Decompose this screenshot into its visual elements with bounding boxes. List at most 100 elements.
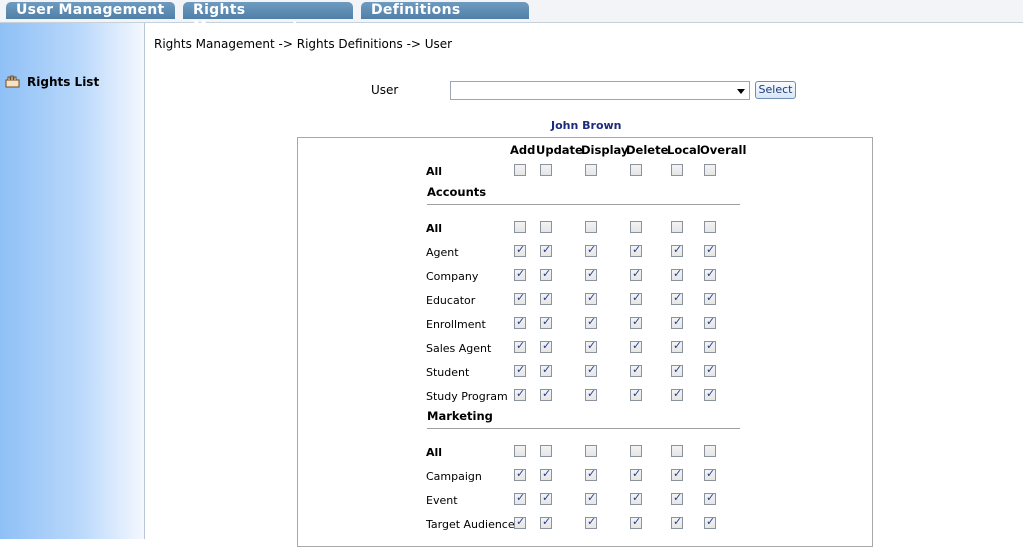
row-label-accounts-enrollment: Enrollment (426, 318, 486, 331)
tab-rights-management[interactable]: Rights Management (183, 2, 353, 35)
marketing-all-local-checkbox[interactable] (671, 445, 683, 457)
accounts-all-local-checkbox[interactable] (671, 221, 683, 233)
marketing-target-audience-delete-checkbox[interactable] (630, 515, 642, 529)
marketing-target-audience-overall-checkbox[interactable] (704, 515, 716, 529)
marketing-campaign-local-checkbox[interactable] (671, 467, 683, 481)
marketing-target-audience-add-checkbox[interactable] (514, 515, 526, 529)
marketing-all-delete-checkbox[interactable] (630, 445, 642, 457)
accounts-company-local-checkbox[interactable] (671, 267, 683, 281)
marketing-target-audience-display-checkbox[interactable] (585, 515, 597, 529)
accounts-agent-add-checkbox[interactable] (514, 243, 526, 257)
accounts-student-delete-checkbox[interactable] (630, 363, 642, 377)
accounts-all-add-checkbox[interactable] (514, 221, 526, 233)
select-button[interactable]: Select (755, 81, 796, 99)
section-title-accounts: Accounts (427, 185, 487, 199)
accounts-study-program-update-checkbox[interactable] (540, 387, 552, 401)
accounts-sales-agent-add-checkbox[interactable] (514, 339, 526, 353)
accounts-agent-update-checkbox[interactable] (540, 243, 552, 257)
accounts-educator-add-checkbox[interactable] (514, 291, 526, 305)
tab-user-management[interactable]: User Management (6, 2, 175, 19)
accounts-company-add-checkbox[interactable] (514, 267, 526, 281)
accounts-student-display-checkbox[interactable] (585, 363, 597, 377)
global-all-overall-checkbox[interactable] (704, 164, 716, 176)
marketing-event-update-checkbox[interactable] (540, 491, 552, 505)
accounts-educator-overall-checkbox[interactable] (704, 291, 716, 305)
marketing-all-overall-checkbox[interactable] (704, 445, 716, 457)
row-label-accounts-student: Student (426, 366, 470, 379)
global-all-add-checkbox[interactable] (514, 164, 526, 176)
global-all-update-checkbox[interactable] (540, 164, 552, 176)
accounts-enrollment-overall-checkbox[interactable] (704, 315, 716, 329)
accounts-sales-agent-overall-checkbox[interactable] (704, 339, 716, 353)
marketing-target-audience-local-checkbox[interactable] (671, 515, 683, 529)
accounts-all-update-checkbox[interactable] (540, 221, 552, 233)
marketing-event-overall-checkbox[interactable] (704, 491, 716, 505)
marketing-campaign-display-checkbox[interactable] (585, 467, 597, 481)
sidebar-item-label: Rights List (27, 75, 100, 89)
row-label-marketing-all: All (426, 446, 443, 459)
accounts-sales-agent-delete-checkbox[interactable] (630, 339, 642, 353)
accounts-enrollment-add-checkbox[interactable] (514, 315, 526, 329)
column-header-delete: Delete (626, 143, 669, 157)
user-select[interactable] (450, 81, 750, 100)
section-title-marketing: Marketing (427, 409, 493, 423)
marketing-campaign-update-checkbox[interactable] (540, 467, 552, 481)
sidebar-item-rights-list[interactable]: Rights List (5, 73, 99, 91)
accounts-sales-agent-local-checkbox[interactable] (671, 339, 683, 353)
accounts-educator-display-checkbox[interactable] (585, 291, 597, 305)
top-nav-bar: User Management Rights Management Defini… (0, 0, 1023, 35)
marketing-all-update-checkbox[interactable] (540, 445, 552, 457)
accounts-study-program-local-checkbox[interactable] (671, 387, 683, 401)
accounts-student-local-checkbox[interactable] (671, 363, 683, 377)
accounts-enrollment-local-checkbox[interactable] (671, 315, 683, 329)
marketing-event-delete-checkbox[interactable] (630, 491, 642, 505)
accounts-enrollment-display-checkbox[interactable] (585, 315, 597, 329)
accounts-study-program-add-checkbox[interactable] (514, 387, 526, 401)
accounts-sales-agent-update-checkbox[interactable] (540, 339, 552, 353)
row-label-accounts-company: Company (426, 270, 479, 283)
accounts-company-display-checkbox[interactable] (585, 267, 597, 281)
accounts-student-update-checkbox[interactable] (540, 363, 552, 377)
accounts-all-overall-checkbox[interactable] (704, 221, 716, 233)
global-all-label: All (426, 165, 443, 178)
global-all-delete-checkbox[interactable] (630, 164, 642, 176)
accounts-agent-overall-checkbox[interactable] (704, 243, 716, 257)
section-divider (427, 204, 740, 205)
global-all-display-checkbox[interactable] (585, 164, 597, 176)
accounts-sales-agent-display-checkbox[interactable] (585, 339, 597, 353)
accounts-company-overall-checkbox[interactable] (704, 267, 716, 281)
marketing-campaign-overall-checkbox[interactable] (704, 467, 716, 481)
marketing-campaign-add-checkbox[interactable] (514, 467, 526, 481)
accounts-enrollment-update-checkbox[interactable] (540, 315, 552, 329)
accounts-study-program-overall-checkbox[interactable] (704, 387, 716, 401)
accounts-all-delete-checkbox[interactable] (630, 221, 642, 233)
accounts-all-display-checkbox[interactable] (585, 221, 597, 233)
global-all-local-checkbox[interactable] (671, 164, 683, 176)
accounts-company-delete-checkbox[interactable] (630, 267, 642, 281)
marketing-event-display-checkbox[interactable] (585, 491, 597, 505)
accounts-agent-local-checkbox[interactable] (671, 243, 683, 257)
marketing-target-audience-update-checkbox[interactable] (540, 515, 552, 529)
accounts-enrollment-delete-checkbox[interactable] (630, 315, 642, 329)
accounts-agent-delete-checkbox[interactable] (630, 243, 642, 257)
row-label-marketing-event: Event (426, 494, 458, 507)
row-label-marketing-campaign: Campaign (426, 470, 482, 483)
marketing-all-add-checkbox[interactable] (514, 445, 526, 457)
accounts-student-overall-checkbox[interactable] (704, 363, 716, 377)
marketing-event-add-checkbox[interactable] (514, 491, 526, 505)
row-label-accounts-study-program: Study Program (426, 390, 508, 403)
accounts-study-program-display-checkbox[interactable] (585, 387, 597, 401)
column-header-local: Local (667, 143, 701, 157)
accounts-company-update-checkbox[interactable] (540, 267, 552, 281)
accounts-educator-local-checkbox[interactable] (671, 291, 683, 305)
accounts-agent-display-checkbox[interactable] (585, 243, 597, 257)
marketing-campaign-delete-checkbox[interactable] (630, 467, 642, 481)
accounts-educator-update-checkbox[interactable] (540, 291, 552, 305)
tab-definitions[interactable]: Definitions (361, 2, 529, 19)
marketing-all-display-checkbox[interactable] (585, 445, 597, 457)
accounts-study-program-delete-checkbox[interactable] (630, 387, 642, 401)
accounts-educator-delete-checkbox[interactable] (630, 291, 642, 305)
row-label-accounts-sales-agent: Sales Agent (426, 342, 492, 355)
marketing-event-local-checkbox[interactable] (671, 491, 683, 505)
accounts-student-add-checkbox[interactable] (514, 363, 526, 377)
